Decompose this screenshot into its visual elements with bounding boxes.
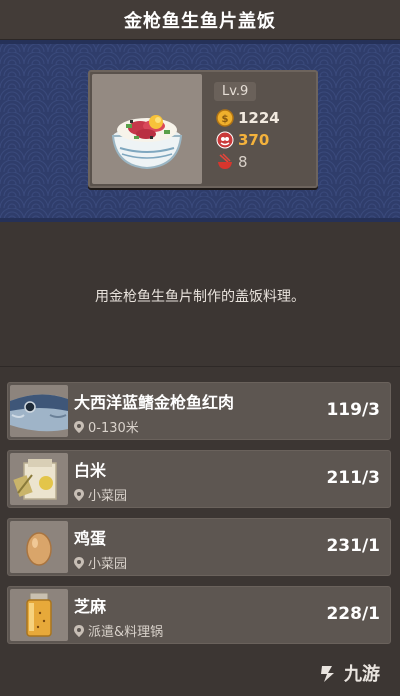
fame-icon <box>216 131 234 149</box>
dish-description: 用金枪鱼生鱼片制作的盖饭料理。 <box>95 289 305 305</box>
coin-icon: $ <box>216 109 234 127</box>
dish-image-frame <box>92 74 202 184</box>
ingredient-name: 白米 <box>74 461 107 480</box>
taste-value: 8 <box>238 153 248 171</box>
ingredient-location: 0-130米 <box>74 417 139 436</box>
location-pin-icon <box>74 624 84 637</box>
rice-bag-icon <box>13 459 57 500</box>
ingredient-quantity: 231/1 <box>326 536 380 556</box>
ingredient-location: 派遣&料理锅 <box>74 621 163 640</box>
tuna-icon <box>10 394 68 432</box>
ingredient-row-rice[interactable]: 白米 小菜园 211/3 <box>7 450 391 508</box>
ingredient-location-text: 小菜园 <box>88 489 128 504</box>
ingredient-location: 小菜园 <box>74 553 127 572</box>
ingredient-quantity: 211/3 <box>326 468 380 488</box>
ingredient-quantity: 228/1 <box>326 604 380 624</box>
price-row: $ 1224 <box>216 107 314 129</box>
location-pin-icon <box>74 488 84 501</box>
watermark-text: 九游 <box>344 664 380 685</box>
watermark-logo-icon <box>321 666 334 682</box>
sesame-jar-icon <box>26 592 52 637</box>
level-badge: Lv.9 <box>214 82 257 101</box>
ingredient-location: 小菜园 <box>74 485 127 504</box>
ingredient-icon-frame <box>10 453 68 505</box>
ingredient-quantity: 119/3 <box>326 400 380 420</box>
banner-border-bottom <box>0 218 400 222</box>
dish-card: Lv.9 $ 1224 370 8 <box>88 70 318 188</box>
egg-icon <box>26 532 52 566</box>
ingredient-name: 鸡蛋 <box>74 529 107 548</box>
ingredient-name: 大西洋蓝鳍金枪鱼红肉 <box>74 393 235 412</box>
dish-stats: Lv.9 $ 1224 370 8 <box>208 76 314 173</box>
taste-row: 8 <box>216 151 314 173</box>
donburi-bowl-icon <box>111 115 183 170</box>
ingredient-icon-frame <box>10 385 68 437</box>
ingredient-row-sesame[interactable]: 芝麻 派遣&料理锅 228/1 <box>7 586 391 644</box>
ingredient-location-text: 0-130米 <box>88 421 139 436</box>
svg-text:$: $ <box>222 114 229 125</box>
price-value: 1224 <box>238 109 280 127</box>
site-watermark: 九游 <box>318 660 380 686</box>
ingredient-location-text: 小菜园 <box>88 557 128 572</box>
ingredient-icon-frame <box>10 521 68 573</box>
section-divider <box>0 366 400 367</box>
ingredient-name: 芝麻 <box>74 597 107 616</box>
ingredient-row-tuna[interactable]: 大西洋蓝鳍金枪鱼红肉 0-130米 119/3 <box>7 382 391 440</box>
ingredient-row-egg[interactable]: 鸡蛋 小菜园 231/1 <box>7 518 391 576</box>
location-pin-icon <box>74 556 84 569</box>
ingredient-icon-frame <box>10 589 68 641</box>
ingredient-location-text: 派遣&料理锅 <box>88 625 164 640</box>
fame-value: 370 <box>238 131 270 149</box>
location-pin-icon <box>74 420 84 433</box>
fame-row: 370 <box>216 129 314 151</box>
page-title: 金枪鱼生鱼片盖饭 <box>0 0 400 40</box>
chopsticks-bowl-icon <box>218 153 232 169</box>
